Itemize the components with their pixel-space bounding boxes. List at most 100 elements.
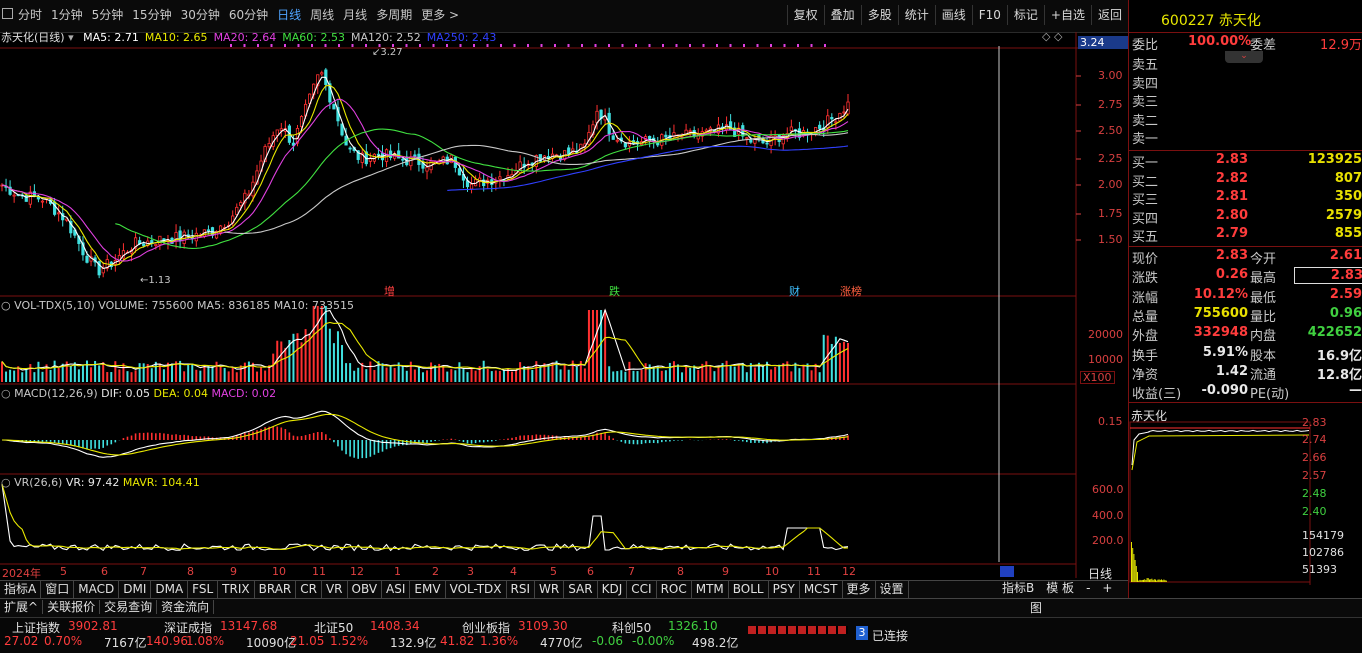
indicator-tab-18[interactable]: CCI: [627, 581, 657, 598]
macd-dropdown-icon[interactable]: ○: [1, 387, 11, 400]
ma10-line: [1, 84, 849, 266]
period-tab-1[interactable]: 1分钟: [51, 6, 83, 23]
mini-tick-2: 2.66: [1302, 451, 1327, 464]
candle-body: [688, 130, 692, 133]
indicator-tab-21[interactable]: BOLL: [729, 581, 769, 598]
vr-dropdown-icon[interactable]: ○: [1, 476, 11, 489]
mini-vol-bar: [1150, 579, 1152, 582]
indicator-tab-16[interactable]: SAR: [564, 581, 598, 598]
indicator-tab-1[interactable]: 窗口: [41, 581, 75, 598]
main-chart-dropdown-icon[interactable]: ▾: [68, 31, 74, 44]
indicator-right-tab-0[interactable]: 指标B: [996, 580, 1040, 597]
indicator-tab-4[interactable]: DMA: [151, 581, 189, 598]
period-tab-9[interactable]: 多周期: [376, 6, 412, 23]
ma250-line: [447, 145, 849, 191]
buy-row-4: 买五 2.79 855: [1132, 226, 1362, 245]
indicator-tab-10[interactable]: OBV: [348, 581, 383, 598]
indicator-tab-11[interactable]: ASI: [382, 581, 411, 598]
indicator-tab-15[interactable]: WR: [535, 581, 565, 598]
tool-button-5[interactable]: F10: [971, 5, 1007, 25]
tool-button-6[interactable]: 标记: [1006, 5, 1044, 25]
candle-body: [469, 183, 474, 190]
connection-count[interactable]: 3: [856, 626, 868, 640]
volume-bar: [511, 371, 514, 382]
period-tab-4[interactable]: 30分钟: [181, 6, 220, 23]
vol-ma5-line: [1, 308, 849, 371]
main-chart-settings-icon[interactable]: ◇ ◇: [1042, 30, 1062, 43]
indicator-tab-6[interactable]: TRIX: [218, 581, 255, 598]
tool-button-8[interactable]: 返回: [1090, 5, 1128, 25]
stat-label2-7: PE(动): [1250, 387, 1290, 403]
volume-bar: [264, 370, 267, 382]
ma-label-2: MA20: 2.64: [213, 31, 277, 44]
indicator-tab-24[interactable]: 更多: [843, 581, 876, 598]
indicator-tab-25[interactable]: 设置: [876, 581, 909, 598]
event-marker-limit-up[interactable]: 涨榜: [840, 283, 862, 299]
mini-tick-1: 2.74: [1302, 433, 1327, 446]
tool-button-2[interactable]: 多股: [860, 5, 898, 25]
candle-body: [299, 116, 304, 128]
event-marker-increase[interactable]: 增: [384, 283, 395, 299]
window-restore-icon[interactable]: [2, 8, 13, 19]
volume-bar: [575, 366, 578, 382]
tool-button-1[interactable]: 叠加: [823, 5, 861, 25]
vol-values: VOLUME: 755600 MA5: 836185 MA10: 733515: [98, 299, 354, 312]
tool-button-7[interactable]: +自选: [1043, 5, 1091, 25]
period-tab-10[interactable]: 更多 >: [421, 6, 459, 23]
indicator-tab-2[interactable]: MACD: [74, 581, 120, 598]
x-tick-10: 2: [432, 565, 439, 578]
tool-button-3[interactable]: 统计: [897, 5, 935, 25]
graph-toggle[interactable]: 图: [1030, 599, 1042, 616]
tool-button-4[interactable]: 画线: [934, 5, 972, 25]
indicator-tab-20[interactable]: MTM: [692, 581, 729, 598]
period-tab-2[interactable]: 5分钟: [92, 6, 124, 23]
indicator-tab-8[interactable]: CR: [296, 581, 322, 598]
bottom-tab-2[interactable]: 交易查询: [100, 600, 158, 614]
indicator-tab-23[interactable]: MCST: [800, 581, 843, 598]
buy-label-2: 买三: [1132, 193, 1159, 208]
price-tick-0: 3.00: [1098, 69, 1123, 82]
vol-tick-20000: 20000: [1088, 328, 1123, 341]
volume-bar: [486, 368, 489, 382]
candle-body: [320, 72, 324, 75]
event-marker-drop[interactable]: 跌: [609, 283, 620, 299]
bottom-tab-3[interactable]: 资金流向: [157, 600, 215, 614]
mini-vol-bar: [1155, 579, 1156, 582]
indicator-tab-17[interactable]: KDJ: [598, 581, 628, 598]
indicator-tab-3[interactable]: DMI: [119, 581, 152, 598]
stat-value1-5: 5.91%: [1202, 344, 1248, 360]
period-tab-7[interactable]: 周线: [310, 6, 334, 23]
indicator-tab-13[interactable]: VOL-TDX: [446, 581, 507, 598]
period-tab-8[interactable]: 月线: [343, 6, 367, 23]
tool-button-0[interactable]: 复权: [786, 5, 824, 25]
volume-bar: [535, 361, 538, 382]
period-tab-0[interactable]: 分时: [18, 6, 42, 23]
period-tab-3[interactable]: 15分钟: [132, 6, 171, 23]
stat-label1-1: 涨跌: [1132, 271, 1159, 287]
indicator-tab-7[interactable]: BRAR: [255, 581, 297, 598]
bottom-tab-1[interactable]: 关联报价: [43, 600, 101, 614]
event-marker-finance[interactable]: 财: [789, 283, 800, 299]
index-price-3: 3109.30: [518, 619, 568, 633]
indicator-tab-22[interactable]: PSY: [769, 581, 800, 598]
indicator-tab-0[interactable]: 指标A: [0, 581, 42, 598]
volume-bar: [98, 365, 101, 382]
volume-bar: [778, 364, 781, 382]
period-tab-5[interactable]: 60分钟: [229, 6, 268, 23]
index-pct-1: 1.08%: [186, 634, 225, 648]
stat-value2-4: 422652: [1307, 325, 1362, 341]
indicator-right-tab-3[interactable]: +: [1096, 580, 1118, 597]
bottom-tab-0[interactable]: 扩展^: [0, 600, 44, 614]
indicator-tab-19[interactable]: ROC: [657, 581, 692, 598]
indicator-tab-bar: 指标A 窗口 MACD DMI DMA FSL TRIX BRAR CR VR OBV ASI EMV V…: [0, 580, 1128, 598]
period-tab-6[interactable]: 日线: [277, 6, 301, 23]
vol-dropdown-icon[interactable]: ○: [1, 299, 11, 312]
indicator-tab-12[interactable]: EMV: [410, 581, 446, 598]
indicator-tab-9[interactable]: VR: [322, 581, 348, 598]
mavr-line: [1, 483, 849, 550]
scroll-thumb[interactable]: [1000, 566, 1014, 577]
indicator-tab-5[interactable]: FSL: [188, 581, 219, 598]
indicator-tab-14[interactable]: RSI: [507, 581, 536, 598]
indicator-right-tab-1[interactable]: 模 板: [1040, 580, 1080, 597]
indicator-right-tab-2[interactable]: -: [1080, 580, 1096, 597]
